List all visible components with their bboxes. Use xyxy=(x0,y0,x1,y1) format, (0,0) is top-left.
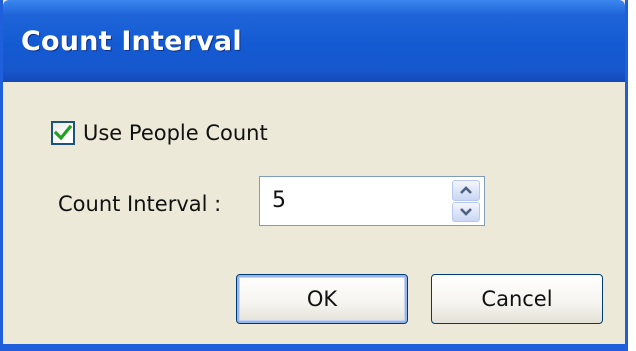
use-people-count-option[interactable]: Use People Count xyxy=(51,118,268,148)
dialog-title: Count Interval xyxy=(21,26,242,57)
spin-up-button[interactable] xyxy=(452,180,480,201)
arrow-down-icon xyxy=(460,207,472,216)
check-icon xyxy=(54,125,72,141)
use-people-count-label: Use People Count xyxy=(83,121,268,145)
ok-button[interactable]: OK xyxy=(236,274,408,324)
arrow-up-icon xyxy=(460,186,472,195)
cancel-button[interactable]: Cancel xyxy=(431,274,603,324)
use-people-count-checkbox[interactable] xyxy=(51,121,75,145)
title-bar[interactable]: Count Interval xyxy=(3,0,625,82)
count-interval-spinner[interactable] xyxy=(259,176,485,226)
spin-down-button[interactable] xyxy=(452,201,480,222)
count-interval-input[interactable] xyxy=(272,188,432,213)
count-interval-dialog: Count Interval Use People Count Count In… xyxy=(0,0,628,351)
window-bottom-border xyxy=(3,344,625,351)
spin-buttons xyxy=(452,180,480,222)
count-interval-label: Count Interval : xyxy=(58,192,222,216)
